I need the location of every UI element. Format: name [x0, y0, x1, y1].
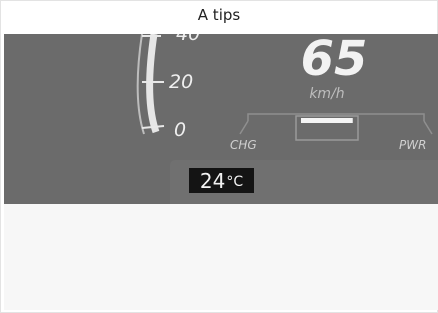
speed-value: 65 [301, 34, 368, 87]
temperature-value: 24 [199, 168, 226, 193]
page-title: A tips [197, 6, 241, 24]
power-meter-pwr-label: PWR [399, 138, 426, 152]
gauge-label-40: 40 [176, 34, 200, 45]
speed-unit: km/h [309, 86, 344, 102]
gauge-label-20: 20 [169, 71, 193, 93]
gauge-outer-arc [136, 34, 145, 135]
temperature-unit: °C [226, 174, 244, 190]
gauge-tick-0 [141, 125, 165, 129]
gauge-label-0: 0 [174, 119, 186, 141]
power-meter-level [301, 118, 353, 123]
blank-content-area [4, 204, 438, 310]
power-meter-chg-label: CHG [230, 138, 257, 152]
temperature-display: 24 °C [189, 168, 254, 193]
